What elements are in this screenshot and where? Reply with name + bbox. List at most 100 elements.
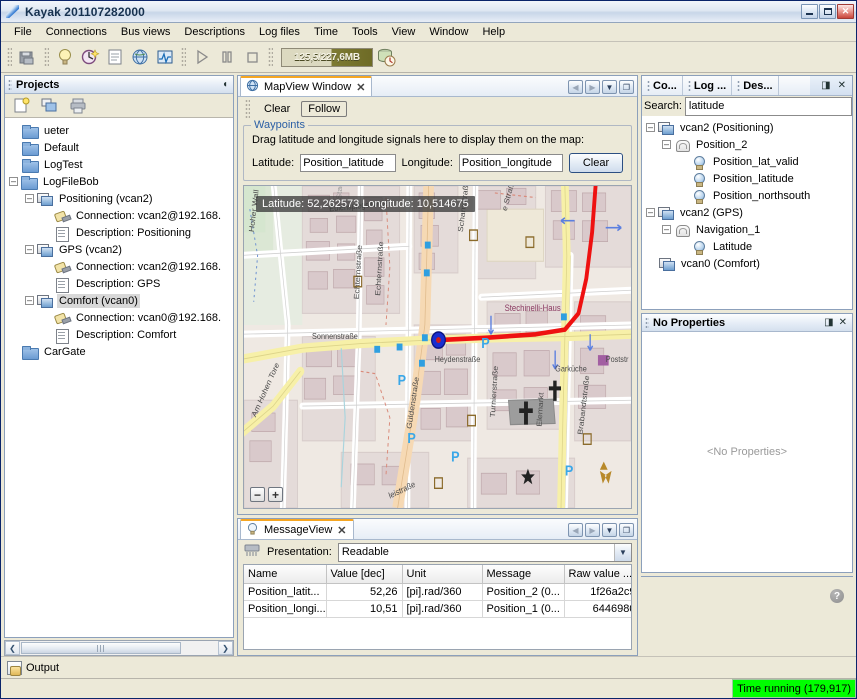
print-icon[interactable] — [66, 94, 90, 118]
longitude-field[interactable]: Position_longitude — [459, 154, 563, 172]
minimize-button[interactable] — [801, 4, 818, 19]
panel-grip[interactable] — [8, 79, 12, 91]
table-row[interactable]: Position_latit...52,26[pi].rad/360Positi… — [244, 583, 632, 600]
maximize-pane-button[interactable]: ❐ — [619, 80, 634, 94]
help-icon[interactable]: ? — [830, 589, 844, 603]
tab-connections[interactable]: Co... — [642, 76, 683, 95]
project-tree-item[interactable]: Connection: vcan2@192.168. — [5, 207, 233, 224]
chevron-down-icon[interactable]: ▼ — [614, 544, 631, 561]
tab-grip[interactable] — [688, 80, 691, 91]
tab-list-button[interactable]: ▼ — [602, 523, 617, 537]
maximize-button[interactable] — [819, 4, 836, 19]
project-tree-item[interactable]: CarGate — [5, 343, 233, 360]
col-value[interactable]: Value [dec] — [326, 565, 402, 583]
table-row[interactable]: Position_longi...10,51[pi].rad/360Positi… — [244, 600, 632, 617]
clear-table-icon[interactable] — [243, 543, 261, 562]
menu-time[interactable]: Time — [307, 24, 345, 40]
description-tree-item[interactable]: vcan0 (Comfort) — [642, 255, 852, 272]
toolbar-grip-3[interactable] — [181, 47, 186, 67]
map-canvas[interactable]: P P P P P P — [243, 185, 632, 509]
project-tree-item[interactable]: LogTest — [5, 156, 233, 173]
project-tree-item[interactable]: LogFileBob — [5, 173, 233, 190]
float-panel-button[interactable]: ◨ — [821, 81, 830, 91]
menu-tools[interactable]: Tools — [345, 24, 385, 40]
scroll-thumb[interactable] — [21, 642, 181, 654]
toolbar-grip-4[interactable] — [268, 47, 273, 67]
menu-connections[interactable]: Connections — [39, 24, 114, 40]
close-button[interactable]: ✕ — [837, 4, 854, 19]
latitude-field[interactable]: Position_latitude — [300, 154, 395, 172]
nav-forward-button[interactable]: ▶ — [585, 523, 600, 537]
toolbar-grip[interactable] — [7, 47, 12, 67]
col-unit[interactable]: Unit — [402, 565, 482, 583]
descriptions-tree[interactable]: vcan2 (Positioning)Position_2Position_la… — [642, 116, 852, 309]
tree-expander-icon[interactable] — [25, 194, 34, 203]
nav-forward-button[interactable]: ▶ — [585, 80, 600, 94]
nav-back-button[interactable]: ◀ — [568, 523, 583, 537]
waypoints-clear-button[interactable]: Clear — [569, 153, 623, 173]
message-table-wrap[interactable]: Name Value [dec] Unit Message Raw value … — [243, 564, 632, 650]
project-tree-item[interactable]: Description: Comfort — [5, 326, 233, 343]
description-tree-item[interactable]: Position_northsouth — [642, 187, 852, 204]
project-tree-item[interactable]: ueter — [5, 122, 233, 139]
description-tree-item[interactable]: vcan2 (GPS) — [642, 204, 852, 221]
col-name[interactable]: Name — [244, 565, 326, 583]
tab-grip[interactable] — [737, 80, 740, 91]
panel-grip[interactable] — [645, 317, 649, 329]
tab-mapview-window[interactable]: MapView Window ✕ — [240, 76, 372, 96]
map-toolbar-grip[interactable] — [245, 99, 250, 119]
memory-gauge[interactable]: 125,5/227,6MB — [281, 48, 373, 67]
tab-grip[interactable] — [647, 80, 650, 91]
output-label[interactable]: Output — [26, 662, 59, 674]
scroll-right-button[interactable]: ❯ — [218, 641, 233, 655]
signal-monitor-icon[interactable] — [153, 45, 177, 69]
projects-hscrollbar[interactable]: ❮ ❯ — [4, 640, 234, 656]
close-panel-button[interactable]: ✕ — [838, 81, 846, 91]
tree-expander-icon[interactable] — [646, 208, 655, 217]
description-tree-item[interactable]: Navigation_1 — [642, 221, 852, 238]
presentation-select[interactable]: Readable ▼ — [338, 543, 632, 562]
project-tree-item[interactable]: Description: Positioning — [5, 224, 233, 241]
project-tree-item[interactable]: Positioning (vcan2) — [5, 190, 233, 207]
project-tree-item[interactable]: Connection: vcan0@192.168. — [5, 309, 233, 326]
tab-log-files[interactable]: Log ... — [683, 76, 732, 95]
bulb-icon[interactable] — [53, 45, 77, 69]
close-icon[interactable]: ✕ — [356, 81, 365, 94]
stop-icon[interactable] — [240, 45, 264, 69]
description-tree-item[interactable]: Position_2 — [642, 136, 852, 153]
close-panel-button[interactable]: ✕ — [839, 318, 847, 328]
menu-file[interactable]: File — [7, 24, 39, 40]
tree-expander-icon[interactable] — [662, 140, 671, 149]
description-tree-item[interactable]: Latitude — [642, 238, 852, 255]
menu-descriptions[interactable]: Descriptions — [177, 24, 252, 40]
open-bus-icon[interactable] — [38, 94, 62, 118]
globe-icon[interactable] — [128, 45, 152, 69]
menu-log-files[interactable]: Log files — [252, 24, 307, 40]
description-tree-item[interactable]: Position_latitude — [642, 170, 852, 187]
col-message[interactable]: Message — [482, 565, 564, 583]
tab-messageview[interactable]: MessageView ✕ — [240, 519, 354, 539]
clock-magic-icon[interactable] — [78, 45, 102, 69]
scroll-track[interactable] — [182, 641, 218, 655]
map-follow-button[interactable]: Follow — [301, 101, 347, 117]
zoom-in-button[interactable]: + — [268, 487, 283, 502]
menu-help[interactable]: Help — [475, 24, 512, 40]
project-tree-item[interactable]: GPS (vcan2) — [5, 241, 233, 258]
tree-expander-icon[interactable] — [646, 123, 655, 132]
zoom-out-button[interactable]: − — [250, 487, 265, 502]
collapse-panel-button[interactable]: ◖ — [222, 80, 228, 90]
toolbar-grip-2[interactable] — [44, 47, 49, 67]
search-input[interactable]: latitude — [685, 97, 852, 116]
map-clear-button[interactable]: Clear — [259, 101, 295, 117]
scroll-left-button[interactable]: ❮ — [5, 641, 20, 655]
project-tree-item[interactable]: Description: GPS — [5, 275, 233, 292]
pause-icon[interactable] — [215, 45, 239, 69]
col-raw-value[interactable]: Raw value ... — [564, 565, 632, 583]
new-project-icon[interactable] — [10, 94, 34, 118]
database-clock-icon[interactable] — [374, 45, 398, 69]
tab-descriptions[interactable]: Des... — [732, 76, 778, 95]
tree-expander-icon[interactable] — [662, 225, 671, 234]
tree-expander-icon[interactable] — [25, 245, 34, 254]
project-tree-item[interactable]: Connection: vcan2@192.168. — [5, 258, 233, 275]
description-tree-item[interactable]: Position_lat_valid — [642, 153, 852, 170]
